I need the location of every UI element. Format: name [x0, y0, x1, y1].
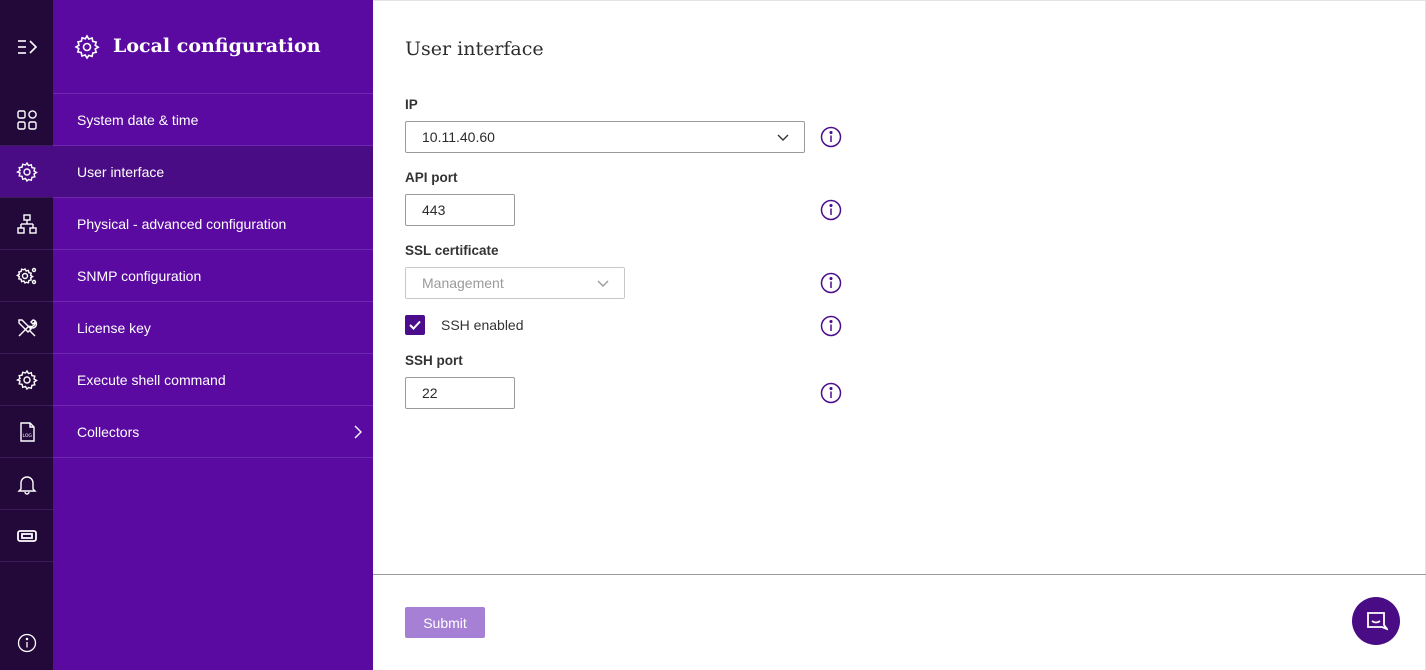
rail-alerts[interactable]: [0, 458, 53, 510]
sidebar-item-license-key[interactable]: License key: [53, 302, 373, 354]
sidebar-item-label: License key: [77, 319, 151, 336]
settings-gear-icon: [15, 161, 38, 182]
sidebar-item-collectors[interactable]: Collectors: [53, 406, 373, 458]
ssh-enabled-info-icon[interactable]: [820, 315, 842, 337]
ssh-port-label: SSH port: [405, 353, 463, 368]
sidebar-item-label: Execute shell command: [77, 371, 226, 388]
ssh-port-input[interactable]: [405, 377, 515, 409]
ssh-enabled-label: SSH enabled: [441, 317, 524, 333]
ip-info-icon[interactable]: [820, 126, 842, 148]
ssh-enabled-checkbox[interactable]: [405, 315, 425, 335]
rail-tickets[interactable]: [0, 510, 53, 562]
sidebar-item-label: User interface: [77, 163, 165, 180]
rail-dashboard[interactable]: [0, 94, 53, 146]
chat-bubble-icon: [1367, 612, 1388, 631]
sidebar-item-physical-advanced[interactable]: Physical - advanced configuration: [53, 198, 373, 250]
api-port-info-icon[interactable]: [820, 199, 842, 221]
ssl-certificate-label: SSL certificate: [405, 243, 499, 258]
snmp-gear-icon: [15, 267, 36, 284]
chevron-down-icon: [597, 280, 609, 287]
checkmark-icon: [409, 320, 421, 330]
footer-divider: [373, 574, 1426, 575]
log-file-icon: LOG: [19, 421, 35, 442]
rail-tools[interactable]: [0, 302, 53, 354]
sidebar-item-snmp-configuration[interactable]: SNMP configuration: [53, 250, 373, 302]
app-root: LOG Local configuration System date & ti…: [0, 0, 1426, 670]
ip-select[interactable]: 10.11.40.60: [405, 121, 805, 153]
bell-icon: [16, 475, 37, 495]
ip-label: IP: [405, 97, 418, 112]
tools-icon: [17, 318, 37, 336]
sidebar-item-label: Collectors: [77, 423, 140, 440]
local-configuration-icon: [74, 34, 100, 60]
page-title: User interface: [405, 38, 544, 60]
rail-settings[interactable]: [0, 354, 53, 406]
api-port-input[interactable]: [405, 194, 515, 226]
ssh-port-info-icon[interactable]: [820, 382, 842, 404]
chat-launcher-button[interactable]: [1352, 597, 1400, 645]
sidebar-item-system-date-time[interactable]: System date & time: [53, 94, 373, 146]
sidebar-header: Local configuration: [53, 0, 373, 94]
chevron-right-icon: [354, 425, 362, 439]
sidebar: Local configuration System date & time U…: [53, 0, 373, 670]
network-topology-icon: [16, 213, 37, 234]
expand-menu-icon: [17, 40, 37, 54]
expand-menu-button[interactable]: [0, 20, 53, 74]
ip-select-value: 10.11.40.60: [422, 129, 495, 145]
sidebar-item-execute-shell[interactable]: Execute shell command: [53, 354, 373, 406]
svg-text:LOG: LOG: [22, 433, 32, 439]
sidebar-item-label: System date & time: [77, 111, 199, 128]
chevron-down-icon: [777, 134, 789, 141]
sidebar-item-user-interface[interactable]: User interface: [53, 146, 373, 198]
sidebar-item-label: Physical - advanced configuration: [77, 215, 287, 232]
gear-icon: [15, 369, 38, 390]
rail-info[interactable]: [0, 618, 53, 668]
info-icon: [17, 633, 36, 653]
sidebar-title: Local configuration: [113, 35, 321, 57]
submit-button[interactable]: Submit: [405, 607, 485, 638]
rail-local-configuration[interactable]: [0, 146, 53, 198]
ssl-certificate-placeholder: Management: [422, 275, 504, 291]
ticket-icon: [16, 529, 37, 542]
rail-logs[interactable]: LOG: [0, 406, 53, 458]
rail-network[interactable]: [0, 198, 53, 250]
rail-snmp[interactable]: [0, 250, 53, 302]
dashboard-grid-icon: [16, 109, 37, 130]
main-panel: User interface IP 10.11.40.60 API port S…: [373, 0, 1426, 670]
icon-rail: LOG: [0, 0, 53, 670]
ssl-certificate-info-icon[interactable]: [820, 272, 842, 294]
ssl-certificate-select[interactable]: Management: [405, 267, 625, 299]
sidebar-item-label: SNMP configuration: [77, 267, 202, 284]
api-port-label: API port: [405, 170, 458, 185]
